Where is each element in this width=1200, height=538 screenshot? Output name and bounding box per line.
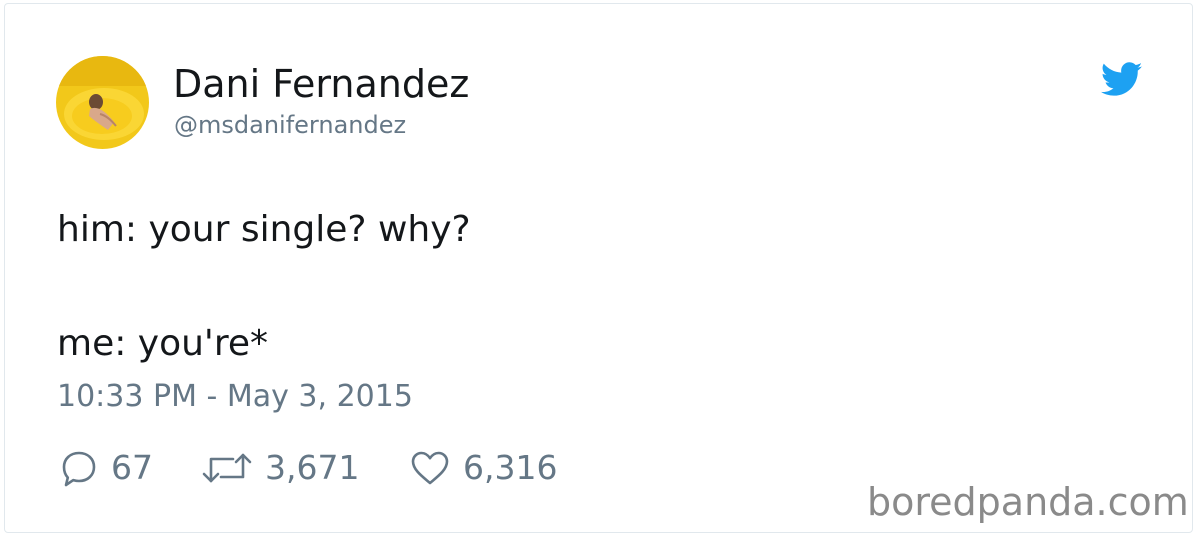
watermark: boredpanda.com [867, 480, 1189, 524]
reply-icon [59, 448, 99, 488]
avatar[interactable] [56, 56, 149, 149]
retweet-count: 3,671 [265, 448, 360, 487]
reply-button[interactable]: 67 [59, 446, 153, 490]
retweet-icon [201, 448, 253, 488]
tweet-text-line-1: him: your single? why? [57, 209, 471, 250]
tweet-card: Dani Fernandez @msdanifernandez him: you… [4, 3, 1193, 533]
tweet-timestamp[interactable]: 10:33 PM - May 3, 2015 [57, 378, 413, 416]
author-name[interactable]: Dani Fernandez [173, 62, 469, 106]
retweet-button[interactable]: 3,671 [201, 446, 359, 490]
author-handle[interactable]: @msdanifernandez [174, 110, 406, 140]
twitter-bird-icon[interactable] [1100, 62, 1143, 98]
tweet-text-line-2: me: you're* [57, 323, 268, 364]
like-button[interactable]: 6,316 [409, 446, 557, 490]
heart-icon [409, 448, 451, 488]
like-count: 6,316 [463, 448, 558, 487]
reply-count: 67 [111, 448, 153, 487]
